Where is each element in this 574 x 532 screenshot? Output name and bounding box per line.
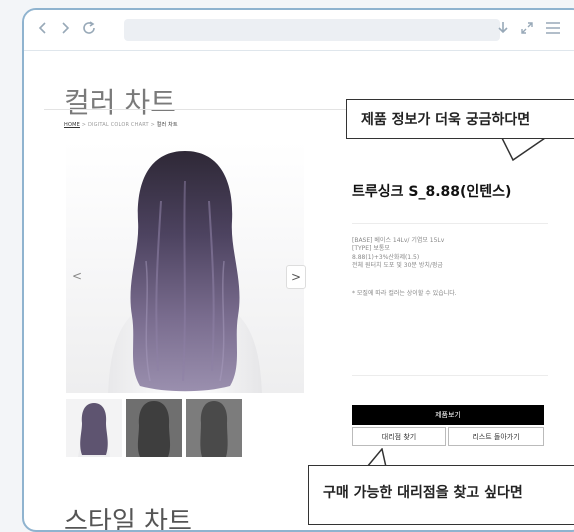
spec-line: [TYPE] 보통모 bbox=[352, 245, 390, 253]
browser-window: 컬러 차트 HOME > DIGITAL COLOR CHART > 컬러 차트 bbox=[22, 8, 574, 532]
callout-find-store-text: 구매 가능한 대리점을 찾고 싶다면 bbox=[323, 485, 523, 501]
chevron-right-icon[interactable] bbox=[56, 19, 74, 37]
style-chart-title: 스타일 차트 bbox=[64, 507, 192, 532]
find-store-button[interactable]: 대리점 찾기 bbox=[352, 427, 446, 446]
thumbnail-2[interactable] bbox=[126, 399, 182, 457]
thumbnail-3[interactable] bbox=[186, 399, 242, 457]
menu-icon[interactable] bbox=[544, 19, 562, 37]
product-note: * 모질에 따라 컬러는 상이할 수 있습니다. bbox=[352, 290, 457, 297]
product-spec: [BASE] 베이스 14Lv/ 기염모 15Lv [TYPE] 보통모 8.8… bbox=[352, 237, 444, 271]
breadcrumb: HOME > DIGITAL COLOR CHART > 컬러 차트 bbox=[64, 121, 178, 128]
divider bbox=[352, 375, 548, 376]
divider bbox=[352, 223, 548, 224]
view-product-button[interactable]: 제품보기 bbox=[352, 405, 544, 425]
callout-find-store: 구매 가능한 대리점을 찾고 싶다면 bbox=[308, 465, 574, 525]
refresh-icon[interactable] bbox=[80, 19, 98, 37]
gallery-prev-button[interactable]: < bbox=[68, 265, 86, 287]
breadcrumb-separator: > bbox=[81, 122, 87, 128]
spec-line: 8.88(1)+3%산화제(1.5) bbox=[352, 253, 420, 261]
breadcrumb-current: 컬러 차트 bbox=[156, 122, 178, 128]
gallery-next-button[interactable]: > bbox=[286, 265, 306, 289]
spec-line: [BASE] 베이스 14Lv/ 기염모 15Lv bbox=[352, 237, 445, 244]
product-name: 트루싱크 S_8.88(인텐스) bbox=[352, 184, 512, 200]
callout-product-info-text: 제품 정보가 더욱 궁금하다면 bbox=[361, 112, 531, 128]
product-main-image bbox=[66, 141, 304, 393]
browser-toolbar bbox=[24, 10, 574, 51]
callout-tail bbox=[500, 136, 549, 162]
callout-product-info: 제품 정보가 더욱 궁금하다면 bbox=[346, 99, 574, 139]
download-icon[interactable] bbox=[494, 19, 512, 37]
spec-line: 전체 원터치 도포 및 30분 방치/펑금 bbox=[352, 262, 443, 270]
chevron-left-icon[interactable] bbox=[34, 19, 52, 37]
page-title: 컬러 차트 bbox=[64, 86, 176, 119]
breadcrumb-separator: > bbox=[150, 122, 155, 128]
expand-icon[interactable] bbox=[518, 19, 536, 37]
breadcrumb-digital-color-chart-link[interactable]: DIGITAL COLOR CHART bbox=[88, 122, 149, 128]
thumbnail-1[interactable] bbox=[66, 399, 122, 457]
address-bar[interactable] bbox=[124, 19, 500, 41]
back-to-list-button[interactable]: 리스트 돌아가기 bbox=[448, 427, 544, 446]
breadcrumb-home-link[interactable]: HOME bbox=[64, 122, 80, 128]
